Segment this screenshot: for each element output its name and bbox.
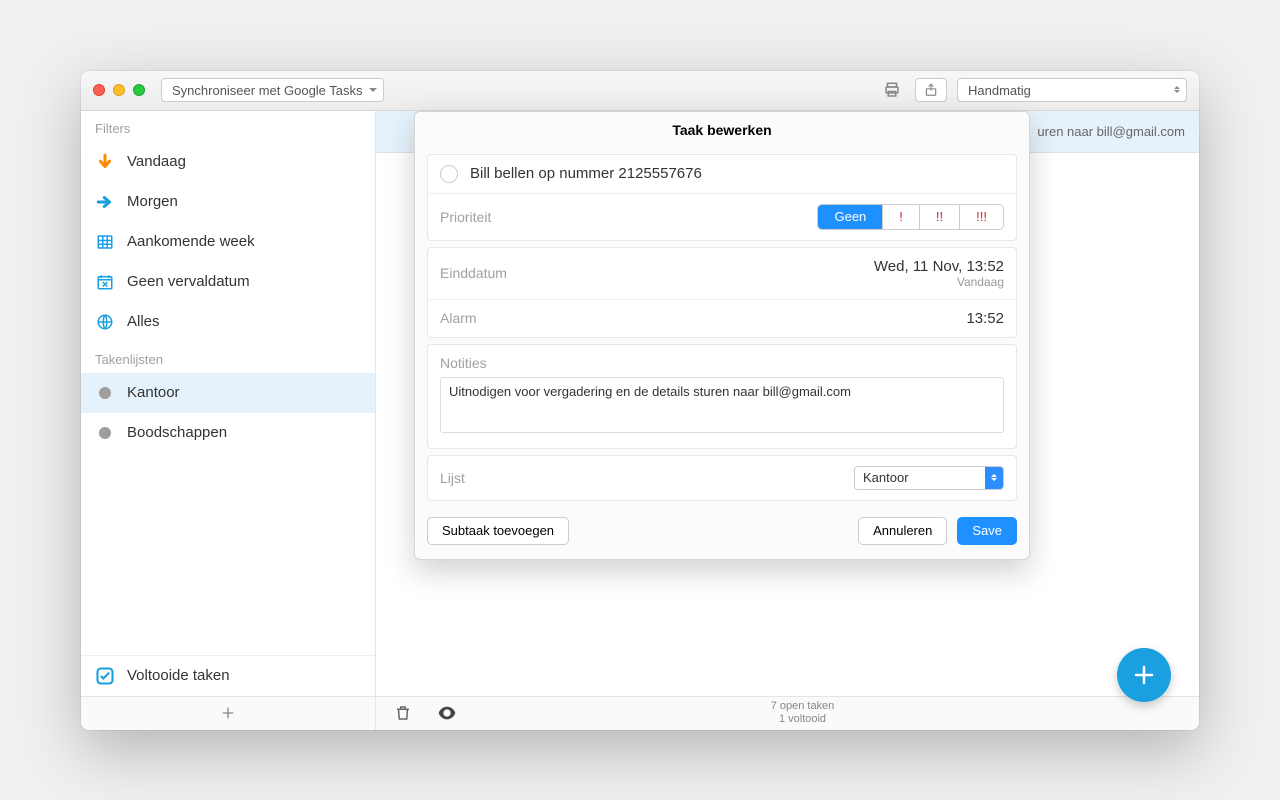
zoom-window-button[interactable] <box>133 84 145 96</box>
priority-label: Prioriteit <box>440 209 491 225</box>
add-list-button[interactable] <box>81 697 376 730</box>
print-icon[interactable] <box>879 78 905 102</box>
enddate-label: Einddatum <box>440 265 507 281</box>
priority-medium-button[interactable]: !! <box>919 205 959 229</box>
cancel-button[interactable]: Annuleren <box>858 517 947 545</box>
priority-segmented-control: Geen ! !! !!! <box>817 204 1004 230</box>
enddate-relative: Vandaag <box>874 275 1004 289</box>
sidebar-list-boodschappen[interactable]: Boodschappen <box>81 413 375 453</box>
calendar-grid-icon <box>95 232 115 252</box>
sidebar-list-kantoor[interactable]: Kantoor <box>81 373 375 413</box>
alarm-value[interactable]: 13:52 <box>966 310 1004 327</box>
lists-heading: Takenlijsten <box>81 342 375 373</box>
refresh-interval-value: Handmatig <box>968 83 1031 98</box>
titlebar: Synchroniseer met Google Tasks Handmatig <box>81 71 1199 111</box>
check-square-icon <box>95 666 115 686</box>
globe-icon <box>95 312 115 332</box>
arrow-down-icon <box>95 152 115 172</box>
sync-dropdown[interactable]: Synchroniseer met Google Tasks <box>161 78 384 102</box>
sidebar-item-label: Aankomende week <box>127 233 255 250</box>
trash-icon[interactable] <box>390 701 416 725</box>
priority-low-button[interactable]: ! <box>882 205 919 229</box>
list-bullet-icon <box>95 423 115 443</box>
sidebar-item-label: Geen vervaldatum <box>127 273 250 290</box>
close-window-button[interactable] <box>93 84 105 96</box>
filters-heading: Filters <box>81 111 375 142</box>
eye-icon[interactable] <box>434 701 460 725</box>
share-icon[interactable] <box>915 78 947 102</box>
sidebar-item-label: Voltooide taken <box>127 667 230 684</box>
sidebar-completed-tasks[interactable]: Voltooide taken <box>81 655 375 696</box>
task-complete-checkbox[interactable] <box>440 165 458 183</box>
alarm-label: Alarm <box>440 310 477 326</box>
edit-task-dialog: Taak bewerken Bill bellen op nummer 2125… <box>414 111 1030 560</box>
open-count: 7 open taken <box>771 700 835 713</box>
sidebar-filter-today[interactable]: Vandaag <box>81 142 375 182</box>
task-title: Bill bellen op nummer 2125557676 <box>470 165 702 182</box>
sidebar-item-label: Boodschappen <box>127 424 227 441</box>
list-select-value: Kantoor <box>863 470 909 485</box>
sidebar-item-label: Alles <box>127 313 160 330</box>
done-count: 1 voltooid <box>771 713 835 726</box>
refresh-interval-select[interactable]: Handmatig <box>957 78 1187 102</box>
sync-dropdown-label: Synchroniseer met Google Tasks <box>172 83 363 98</box>
dialog-title: Taak bewerken <box>415 112 1029 148</box>
priority-none-button[interactable]: Geen <box>818 205 882 229</box>
save-button[interactable]: Save <box>957 517 1017 545</box>
sidebar-filter-upcoming-week[interactable]: Aankomende week <box>81 222 375 262</box>
list-bullet-icon <box>95 383 115 403</box>
minimize-window-button[interactable] <box>113 84 125 96</box>
sidebar-filter-no-due-date[interactable]: Geen vervaldatum <box>81 262 375 302</box>
sidebar-filter-all[interactable]: Alles <box>81 302 375 342</box>
priority-high-button[interactable]: !!! <box>959 205 1003 229</box>
footer: 7 open taken 1 voltooid <box>81 696 1199 730</box>
footer-stats: 7 open taken 1 voltooid <box>771 700 835 726</box>
app-window: Synchroniseer met Google Tasks Handmatig… <box>81 71 1199 730</box>
add-subtask-button[interactable]: Subtaak toevoegen <box>427 517 569 545</box>
calendar-x-icon <box>95 272 115 292</box>
sidebar-item-label: Morgen <box>127 193 178 210</box>
list-label: Lijst <box>440 470 465 486</box>
arrow-right-icon <box>95 192 115 212</box>
task-row-fragment: uren naar bill@gmail.com <box>1037 124 1185 139</box>
sidebar-item-label: Vandaag <box>127 153 186 170</box>
list-select[interactable]: Kantoor <box>854 466 1004 490</box>
notes-textarea[interactable] <box>440 377 1004 433</box>
add-task-fab[interactable] <box>1117 648 1171 702</box>
notes-label: Notities <box>440 355 487 371</box>
window-controls <box>93 84 145 96</box>
enddate-value[interactable]: Wed, 11 Nov, 13:52 <box>874 258 1004 275</box>
sidebar-item-label: Kantoor <box>127 384 180 401</box>
sidebar: Filters Vandaag Morgen Aankomende week <box>81 111 376 696</box>
sidebar-filter-tomorrow[interactable]: Morgen <box>81 182 375 222</box>
